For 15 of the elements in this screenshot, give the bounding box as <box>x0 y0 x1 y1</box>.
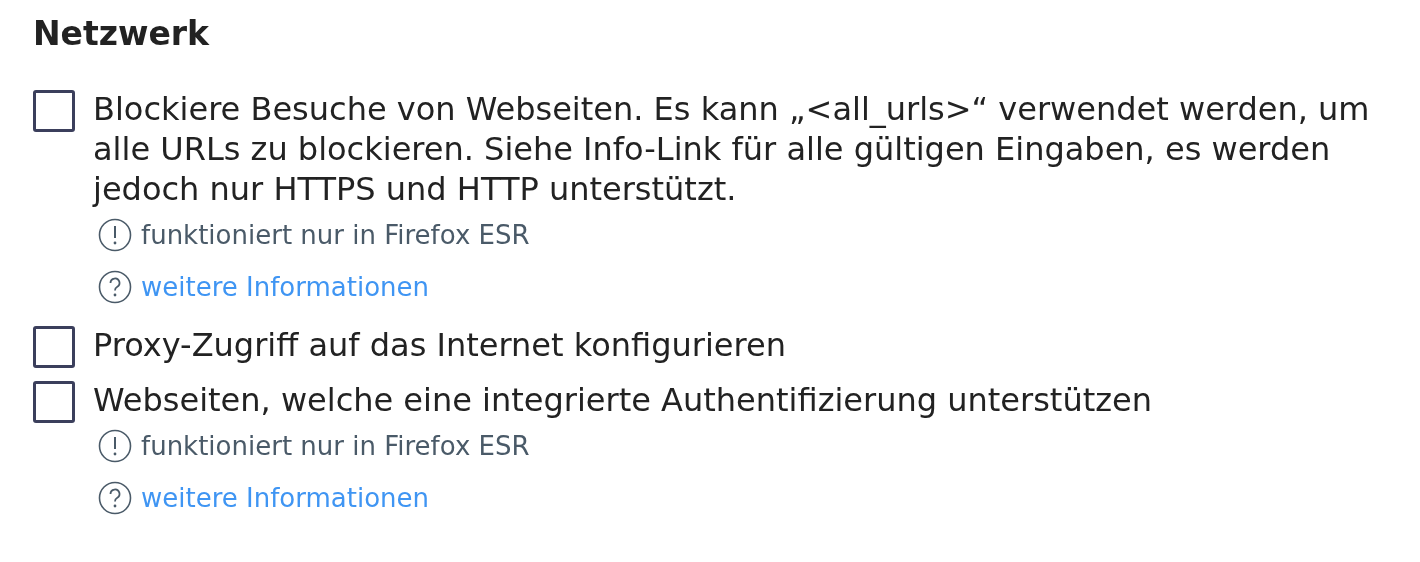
option-label: Proxy-Zugriff auf das Internet konfigurieren <box>93 325 786 365</box>
warning-icon <box>98 218 132 252</box>
option-label: Blockiere Besuche von Webseiten. Es kann „<all_urls>“ verwendet werden, um alle URLs zu blockieren. Siehe Info-Link für alle gültigen Eingaben, es werden jedoch nur HTTPS und HTTP unterstützt. <box>93 89 1371 209</box>
note-text: funktioniert nur in Firefox ESR <box>141 431 530 461</box>
warning-icon <box>98 429 132 463</box>
help-icon <box>98 270 132 304</box>
help-icon <box>98 481 132 515</box>
checkbox[interactable] <box>33 381 75 423</box>
section-title: Netzwerk <box>33 14 211 53</box>
checkbox[interactable] <box>33 326 75 368</box>
option-label: Webseiten, welche eine integrierte Authentifizierung unterstützen <box>93 380 1152 420</box>
checkbox[interactable] <box>33 90 75 132</box>
more-info-link[interactable]: weitere Informationen <box>141 272 430 302</box>
more-info-link[interactable]: weitere Informationen <box>141 483 430 513</box>
note-text: funktioniert nur in Firefox ESR <box>141 220 530 250</box>
